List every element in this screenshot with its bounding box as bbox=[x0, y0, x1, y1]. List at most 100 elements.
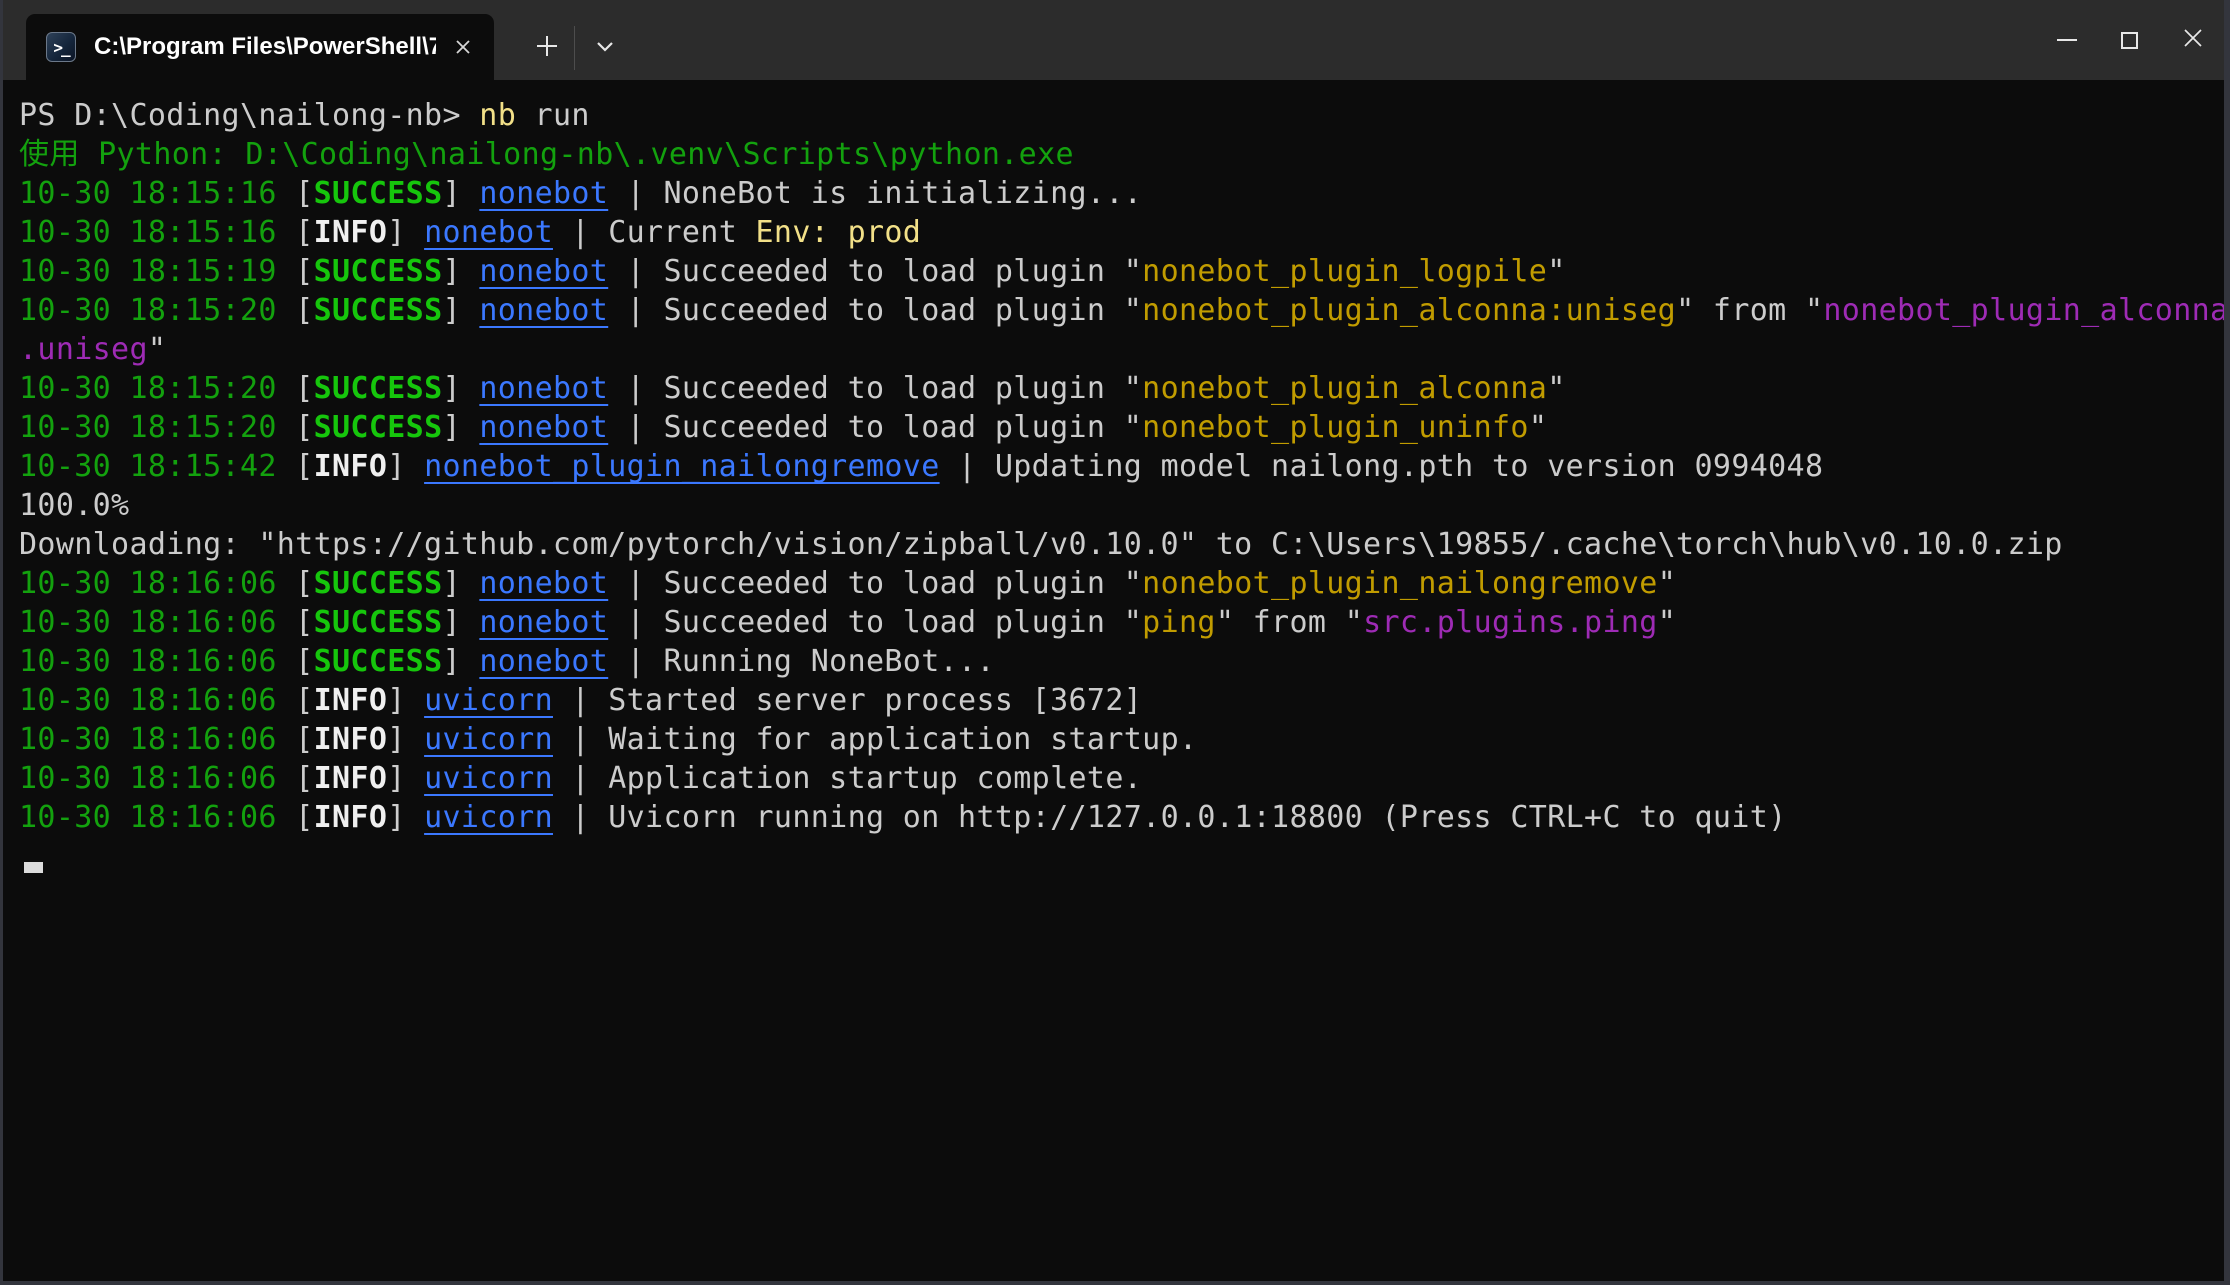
powershell-icon: >_ bbox=[46, 32, 76, 62]
terminal-line: 10-30 18:16:06 [INFO] uvicorn | Waiting … bbox=[19, 720, 2224, 759]
terminal-text: ] bbox=[443, 410, 480, 445]
terminal-text: run bbox=[516, 98, 590, 133]
terminal-text: nonebot_plugin_uninfo bbox=[1142, 410, 1529, 445]
terminal-line: .uniseg" bbox=[19, 330, 2224, 369]
new-tab-button[interactable] bbox=[527, 28, 567, 68]
tab-dropdown-button[interactable] bbox=[585, 28, 625, 68]
terminal-text: [ bbox=[295, 215, 313, 250]
terminal-text: [ bbox=[295, 566, 313, 601]
terminal-text: 10-30 18:15:16 bbox=[19, 176, 295, 211]
minimize-button[interactable] bbox=[2035, 0, 2098, 80]
terminal-text: nb bbox=[479, 98, 516, 133]
terminal-text: " from " bbox=[1216, 605, 1363, 640]
terminal-text: | Application startup complete. bbox=[553, 761, 1142, 796]
terminal-text: ] bbox=[387, 215, 424, 250]
terminal-text: INFO bbox=[314, 800, 388, 835]
tab-close-icon[interactable] bbox=[446, 30, 480, 64]
terminal-text: " bbox=[1529, 410, 1547, 445]
logger-name-link: nonebot bbox=[479, 644, 608, 679]
terminal-text: ] bbox=[443, 605, 480, 640]
close-button[interactable] bbox=[2161, 0, 2224, 80]
terminal-text: 10-30 18:16:06 bbox=[19, 644, 295, 679]
terminal-line: 10-30 18:15:19 [SUCCESS] nonebot | Succe… bbox=[19, 252, 2224, 291]
terminal-text: 10-30 18:15:20 bbox=[19, 410, 295, 445]
maximize-icon bbox=[2121, 32, 2138, 49]
terminal-text: Downloading: "https://github.com/pytorch… bbox=[19, 527, 2063, 562]
terminal-text: nonebot_plugin_alconna bbox=[1823, 293, 2224, 328]
terminal-line: 10-30 18:15:20 [SUCCESS] nonebot | Succe… bbox=[19, 291, 2224, 330]
terminal-text: nonebot_plugin_alconna bbox=[1142, 371, 1547, 406]
terminal-text: ] bbox=[443, 254, 480, 289]
terminal-line: 100.0% bbox=[19, 486, 2224, 525]
terminal-text: [ bbox=[295, 371, 313, 406]
logger-name-link: uvicorn bbox=[424, 683, 553, 718]
terminal-text: [ bbox=[295, 605, 313, 640]
terminal-text: ] bbox=[443, 293, 480, 328]
terminal-text: [ bbox=[295, 410, 313, 445]
terminal-line: 10-30 18:15:16 [SUCCESS] nonebot | NoneB… bbox=[19, 174, 2224, 213]
terminal-text: 10-30 18:16:06 bbox=[19, 566, 295, 601]
terminal-text: | Succeeded to load plugin " bbox=[608, 293, 1142, 328]
terminal-text: | Started server process [3672] bbox=[553, 683, 1142, 718]
terminal-text: 10-30 18:15:20 bbox=[19, 371, 295, 406]
tab-powershell[interactable]: >_ C:\Program Files\PowerShell\7 bbox=[26, 14, 494, 80]
terminal-text: INFO bbox=[314, 449, 388, 484]
terminal-line: 10-30 18:16:06 [SUCCESS] nonebot | Succe… bbox=[19, 603, 2224, 642]
terminal-line: 10-30 18:15:20 [SUCCESS] nonebot | Succe… bbox=[19, 408, 2224, 447]
terminal-text: SUCCESS bbox=[314, 605, 443, 640]
window-controls bbox=[2035, 0, 2224, 80]
terminal-text: SUCCESS bbox=[314, 644, 443, 679]
tab-separator bbox=[574, 26, 575, 70]
terminal-text: SUCCESS bbox=[314, 176, 443, 211]
terminal-text: ] bbox=[387, 761, 424, 796]
logger-name-link: uvicorn bbox=[424, 800, 553, 835]
terminal-text: [ bbox=[295, 722, 313, 757]
terminal-text: " bbox=[1547, 371, 1565, 406]
plus-icon bbox=[533, 32, 561, 65]
terminal-text: SUCCESS bbox=[314, 254, 443, 289]
terminal-text: | Succeeded to load plugin " bbox=[608, 410, 1142, 445]
terminal-text: [ bbox=[295, 293, 313, 328]
maximize-button[interactable] bbox=[2098, 0, 2161, 80]
terminal-text: " bbox=[1658, 566, 1676, 601]
terminal-text: 10-30 18:16:06 bbox=[19, 761, 295, 796]
terminal-text: 10-30 18:15:20 bbox=[19, 293, 295, 328]
terminal-text: 10-30 18:15:19 bbox=[19, 254, 295, 289]
logger-name-link: nonebot bbox=[479, 176, 608, 211]
terminal-text: | NoneBot is initializing... bbox=[608, 176, 1142, 211]
terminal-text: | Waiting for application startup. bbox=[553, 722, 1197, 757]
terminal-line: 10-30 18:15:16 [INFO] nonebot | Current … bbox=[19, 213, 2224, 252]
terminal-line: 10-30 18:16:06 [INFO] uvicorn | Applicat… bbox=[19, 759, 2224, 798]
terminal-text: ] bbox=[387, 449, 424, 484]
terminal-text: ] bbox=[443, 566, 480, 601]
terminal-text: 10-30 18:15:16 bbox=[19, 215, 295, 250]
logger-name-link: nonebot bbox=[479, 410, 608, 445]
terminal-text: INFO bbox=[314, 761, 388, 796]
terminal-text: " bbox=[148, 332, 166, 367]
terminal-text: ping bbox=[1142, 605, 1216, 640]
terminal-line: 10-30 18:16:06 [INFO] uvicorn | Started … bbox=[19, 681, 2224, 720]
terminal-text: 10-30 18:15:42 bbox=[19, 449, 295, 484]
terminal-text: ] bbox=[387, 722, 424, 757]
terminal-output[interactable]: PS D:\Coding\nailong-nb> nb run使用 Python… bbox=[3, 80, 2224, 1281]
tab-title: C:\Program Files\PowerShell\7 bbox=[94, 33, 436, 61]
terminal-text: [ bbox=[295, 761, 313, 796]
terminal-text: [ bbox=[295, 683, 313, 718]
terminal-text: INFO bbox=[314, 722, 388, 757]
logger-name-link: nonebot bbox=[479, 293, 608, 328]
terminal-line: Downloading: "https://github.com/pytorch… bbox=[19, 525, 2224, 564]
logger-name-link: nonebot bbox=[424, 215, 553, 250]
titlebar-drag-region[interactable]: >_ C:\Program Files\PowerShell\7 bbox=[3, 0, 2224, 80]
terminal-text: " bbox=[1547, 254, 1565, 289]
minimize-icon bbox=[2057, 39, 2077, 41]
terminal-text: ] bbox=[387, 800, 424, 835]
terminal-text: 10-30 18:16:06 bbox=[19, 800, 295, 835]
terminal-text: SUCCESS bbox=[314, 371, 443, 406]
terminal-text: [ bbox=[295, 176, 313, 211]
terminal-text: 100.0% bbox=[19, 488, 129, 523]
terminal-text: [ bbox=[295, 800, 313, 835]
terminal-line: 10-30 18:16:06 [SUCCESS] nonebot | Runni… bbox=[19, 642, 2224, 681]
terminal-text: [ bbox=[295, 644, 313, 679]
terminal-text: | Updating model nailong.pth to version … bbox=[940, 449, 1824, 484]
terminal-text: INFO bbox=[314, 215, 388, 250]
